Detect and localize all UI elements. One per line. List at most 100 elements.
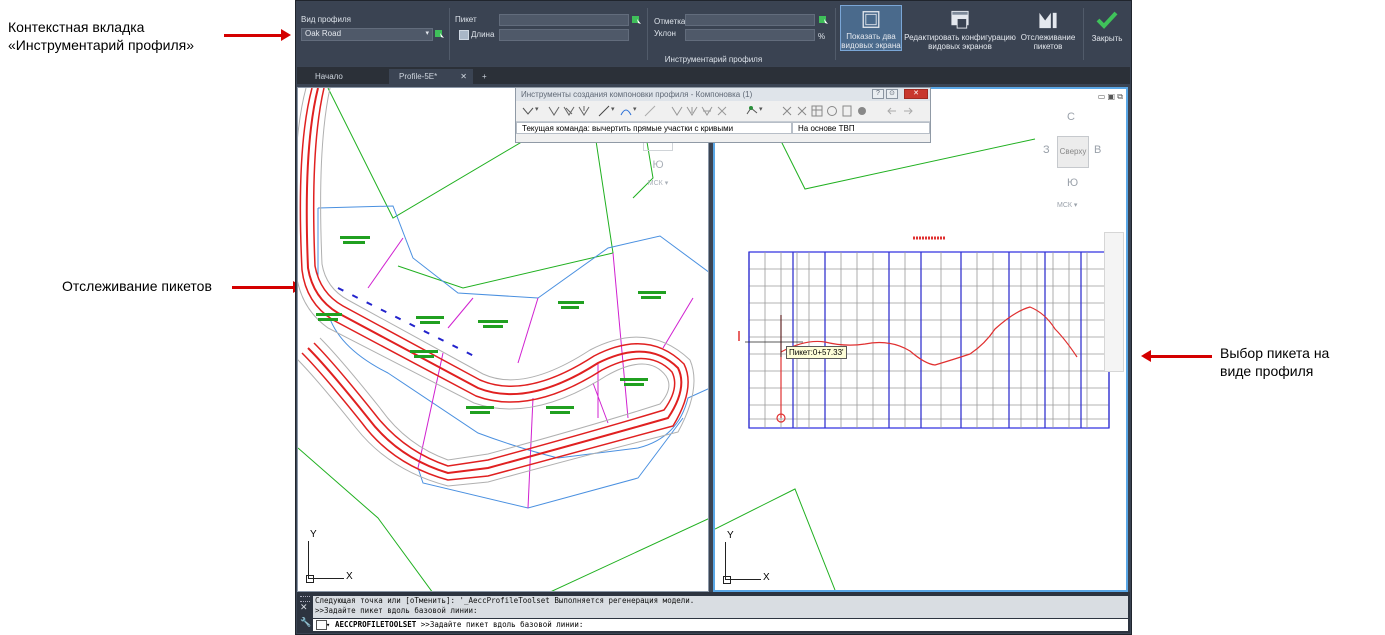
tab-profile[interactable]: Profile-5E* ✕ xyxy=(389,69,473,84)
move-pvi-icon[interactable] xyxy=(578,105,590,117)
station-tooltip: Пикет:0+57.33' xyxy=(786,346,847,359)
ribbon-separator xyxy=(449,8,450,60)
profile-viewport[interactable]: ▭ ▣ ⧉ Пикет:0+57.33' С З В Сверху Ю МСК … xyxy=(713,87,1128,592)
pick-station-icon[interactable] xyxy=(632,15,642,25)
ribbon-panel-title: Инструментарий профиля xyxy=(664,55,763,64)
maximize-icon[interactable]: ▣ xyxy=(1107,92,1115,101)
ribbon-separator xyxy=(647,8,648,60)
station-input[interactable] xyxy=(499,14,629,26)
redo-icon[interactable] xyxy=(902,105,914,117)
draw-tangents-icon[interactable] xyxy=(522,105,534,117)
pick-elevation-icon[interactable] xyxy=(819,15,829,25)
toolwin-help-icon[interactable]: ? xyxy=(872,89,884,99)
length-input[interactable] xyxy=(499,29,629,41)
line-tool-icon[interactable] xyxy=(598,105,610,117)
show-two-viewports-button[interactable]: Показать два видовых экрана xyxy=(840,5,902,51)
ucs-x-label: X xyxy=(346,571,353,582)
callout-station-tracking: Отслеживание пикетов xyxy=(62,278,212,294)
chevron-down-icon[interactable]: ▾ xyxy=(535,105,539,113)
toolwin-toolbar: ▾ ▾ ▾ ▾ xyxy=(516,101,930,122)
plan-viewport[interactable]: Ю МСК ▾ Y X xyxy=(297,87,709,592)
view-cube-right[interactable]: С З В Сверху Ю МСК ▾ xyxy=(1037,109,1107,214)
raise-lower-icon[interactable] xyxy=(781,105,793,117)
select-pvi-icon[interactable] xyxy=(746,105,758,117)
tab-start[interactable]: Начало xyxy=(305,69,387,84)
command-history: Следующая точка или [оТменить]: '_AeccPr… xyxy=(313,596,1128,618)
length-label: Длина xyxy=(471,30,495,39)
callout-select-station-arrow xyxy=(1141,350,1212,362)
elevation-label: Отметка xyxy=(654,17,686,26)
properties-icon[interactable] xyxy=(841,105,853,117)
close-icon[interactable]: ✕ xyxy=(300,602,308,613)
elevation-input[interactable] xyxy=(685,14,815,26)
chevron-down-icon[interactable]: ▾ xyxy=(611,105,615,113)
chevron-down-icon[interactable]: ▾ xyxy=(633,105,637,113)
toolwin-pin-icon[interactable]: ⊙ xyxy=(886,89,898,99)
wrench-icon[interactable]: 🔧 xyxy=(300,617,311,628)
insert-pvi-icon[interactable] xyxy=(548,105,560,117)
view-cube-top-face[interactable]: Сверху xyxy=(1057,136,1089,168)
new-tab-button[interactable]: + xyxy=(477,69,497,84)
copy-profile-icon[interactable] xyxy=(796,105,808,117)
grade-input[interactable] xyxy=(685,29,815,41)
pvi-based-icon[interactable] xyxy=(644,105,656,117)
tab-profile-label: Profile-5E* xyxy=(399,72,438,81)
length-checkbox[interactable] xyxy=(459,30,469,40)
show-two-viewports-line2: видовых экрана xyxy=(841,41,901,50)
view-cube-left-ucs[interactable]: МСК ▾ xyxy=(638,179,678,187)
callout-context-tab: Контекстная вкладка «Инструментарий проф… xyxy=(8,18,194,54)
show-two-viewports-line1: Показать два xyxy=(846,32,896,41)
ucs-y-axis xyxy=(725,542,726,580)
profile-grid-view-icon[interactable] xyxy=(811,105,823,117)
profile-layout-tools-window[interactable]: Инструменты создания компоновки профиля … xyxy=(515,87,931,143)
navigation-bar[interactable] xyxy=(1104,232,1124,372)
undo-icon[interactable] xyxy=(886,105,898,117)
toolwin-close-icon[interactable]: ✕ xyxy=(904,89,928,99)
delete-pvi-icon[interactable] xyxy=(563,105,575,117)
minimize-icon[interactable]: ▭ xyxy=(1098,92,1106,101)
curve-tool-icon[interactable] xyxy=(620,105,632,117)
delete-entity-icon[interactable] xyxy=(701,105,713,117)
station-label: Пикет xyxy=(455,15,477,24)
command-input[interactable]: ▾ AECCPROFILETOOLSET >>Задайте пикет вдо… xyxy=(313,619,1128,631)
profile-view-value: Oak Road xyxy=(305,29,342,38)
view-cube-east: В xyxy=(1094,144,1102,156)
profile-view-dropdown[interactable]: Oak Road ▾ xyxy=(301,28,433,41)
view-cube-left-south: Ю xyxy=(652,159,664,171)
close-toolset-label: Закрыть xyxy=(1091,34,1123,43)
callout-station-tracking-arrow xyxy=(232,281,303,293)
entity-based-icon[interactable] xyxy=(671,105,683,117)
chevron-down-icon[interactable]: ▾ xyxy=(759,105,763,113)
chevron-down-icon[interactable]: ▾ xyxy=(326,619,330,631)
grade-label: Уклон xyxy=(654,29,676,38)
station-tracker-line2: пикетов xyxy=(1033,42,1063,51)
subentity-editor-icon[interactable] xyxy=(716,105,728,117)
insert-entity-icon[interactable] xyxy=(686,105,698,117)
settings-icon[interactable] xyxy=(856,105,868,117)
ucs-y-label: Y xyxy=(310,529,317,540)
pick-profile-view-icon[interactable] xyxy=(435,29,445,39)
callout-context-tab-line2: «Инструментарий профиля» xyxy=(8,37,194,53)
toolwin-mode: На основе ТВП xyxy=(792,122,930,134)
command-line: ✕ 🔧 Следующая точка или [оТменить]: '_Ae… xyxy=(297,592,1130,633)
view-cube-north: С xyxy=(1067,111,1075,123)
close-toolset-button[interactable]: Закрыть xyxy=(1087,5,1127,51)
toolwin-title: Инструменты создания компоновки профиля … xyxy=(521,90,753,99)
restore-icon[interactable]: ⧉ xyxy=(1117,92,1123,101)
toolwin-titlebar[interactable]: Инструменты создания компоновки профиля … xyxy=(516,88,930,101)
profile-layout-parameters-icon[interactable] xyxy=(826,105,838,117)
station-tracker-icon xyxy=(1039,12,1057,29)
callout-select-station-line2: виде профиля xyxy=(1220,363,1314,379)
view-cube-left[interactable]: Ю МСК ▾ xyxy=(638,136,678,206)
ribbon-separator xyxy=(1083,8,1084,60)
command-history-line: >>Задайте пикет вдоль базовой линии: xyxy=(315,606,478,615)
view-cube-ucs[interactable]: МСК ▾ xyxy=(1057,201,1077,209)
callout-select-station-line1: Выбор пикета на xyxy=(1220,345,1330,361)
close-icon[interactable]: ✕ xyxy=(460,69,467,84)
viewport-config-icon xyxy=(951,10,969,29)
edit-viewport-config-button[interactable]: Редактировать конфигурацию видовых экран… xyxy=(903,5,1017,51)
command-name: AECCPROFILETOOLSET xyxy=(335,620,417,629)
station-tracker-button[interactable]: Отслеживание пикетов xyxy=(1019,5,1077,51)
ucs-icon-left: Y X xyxy=(306,529,356,583)
chevron-down-icon: ▾ xyxy=(425,30,429,37)
